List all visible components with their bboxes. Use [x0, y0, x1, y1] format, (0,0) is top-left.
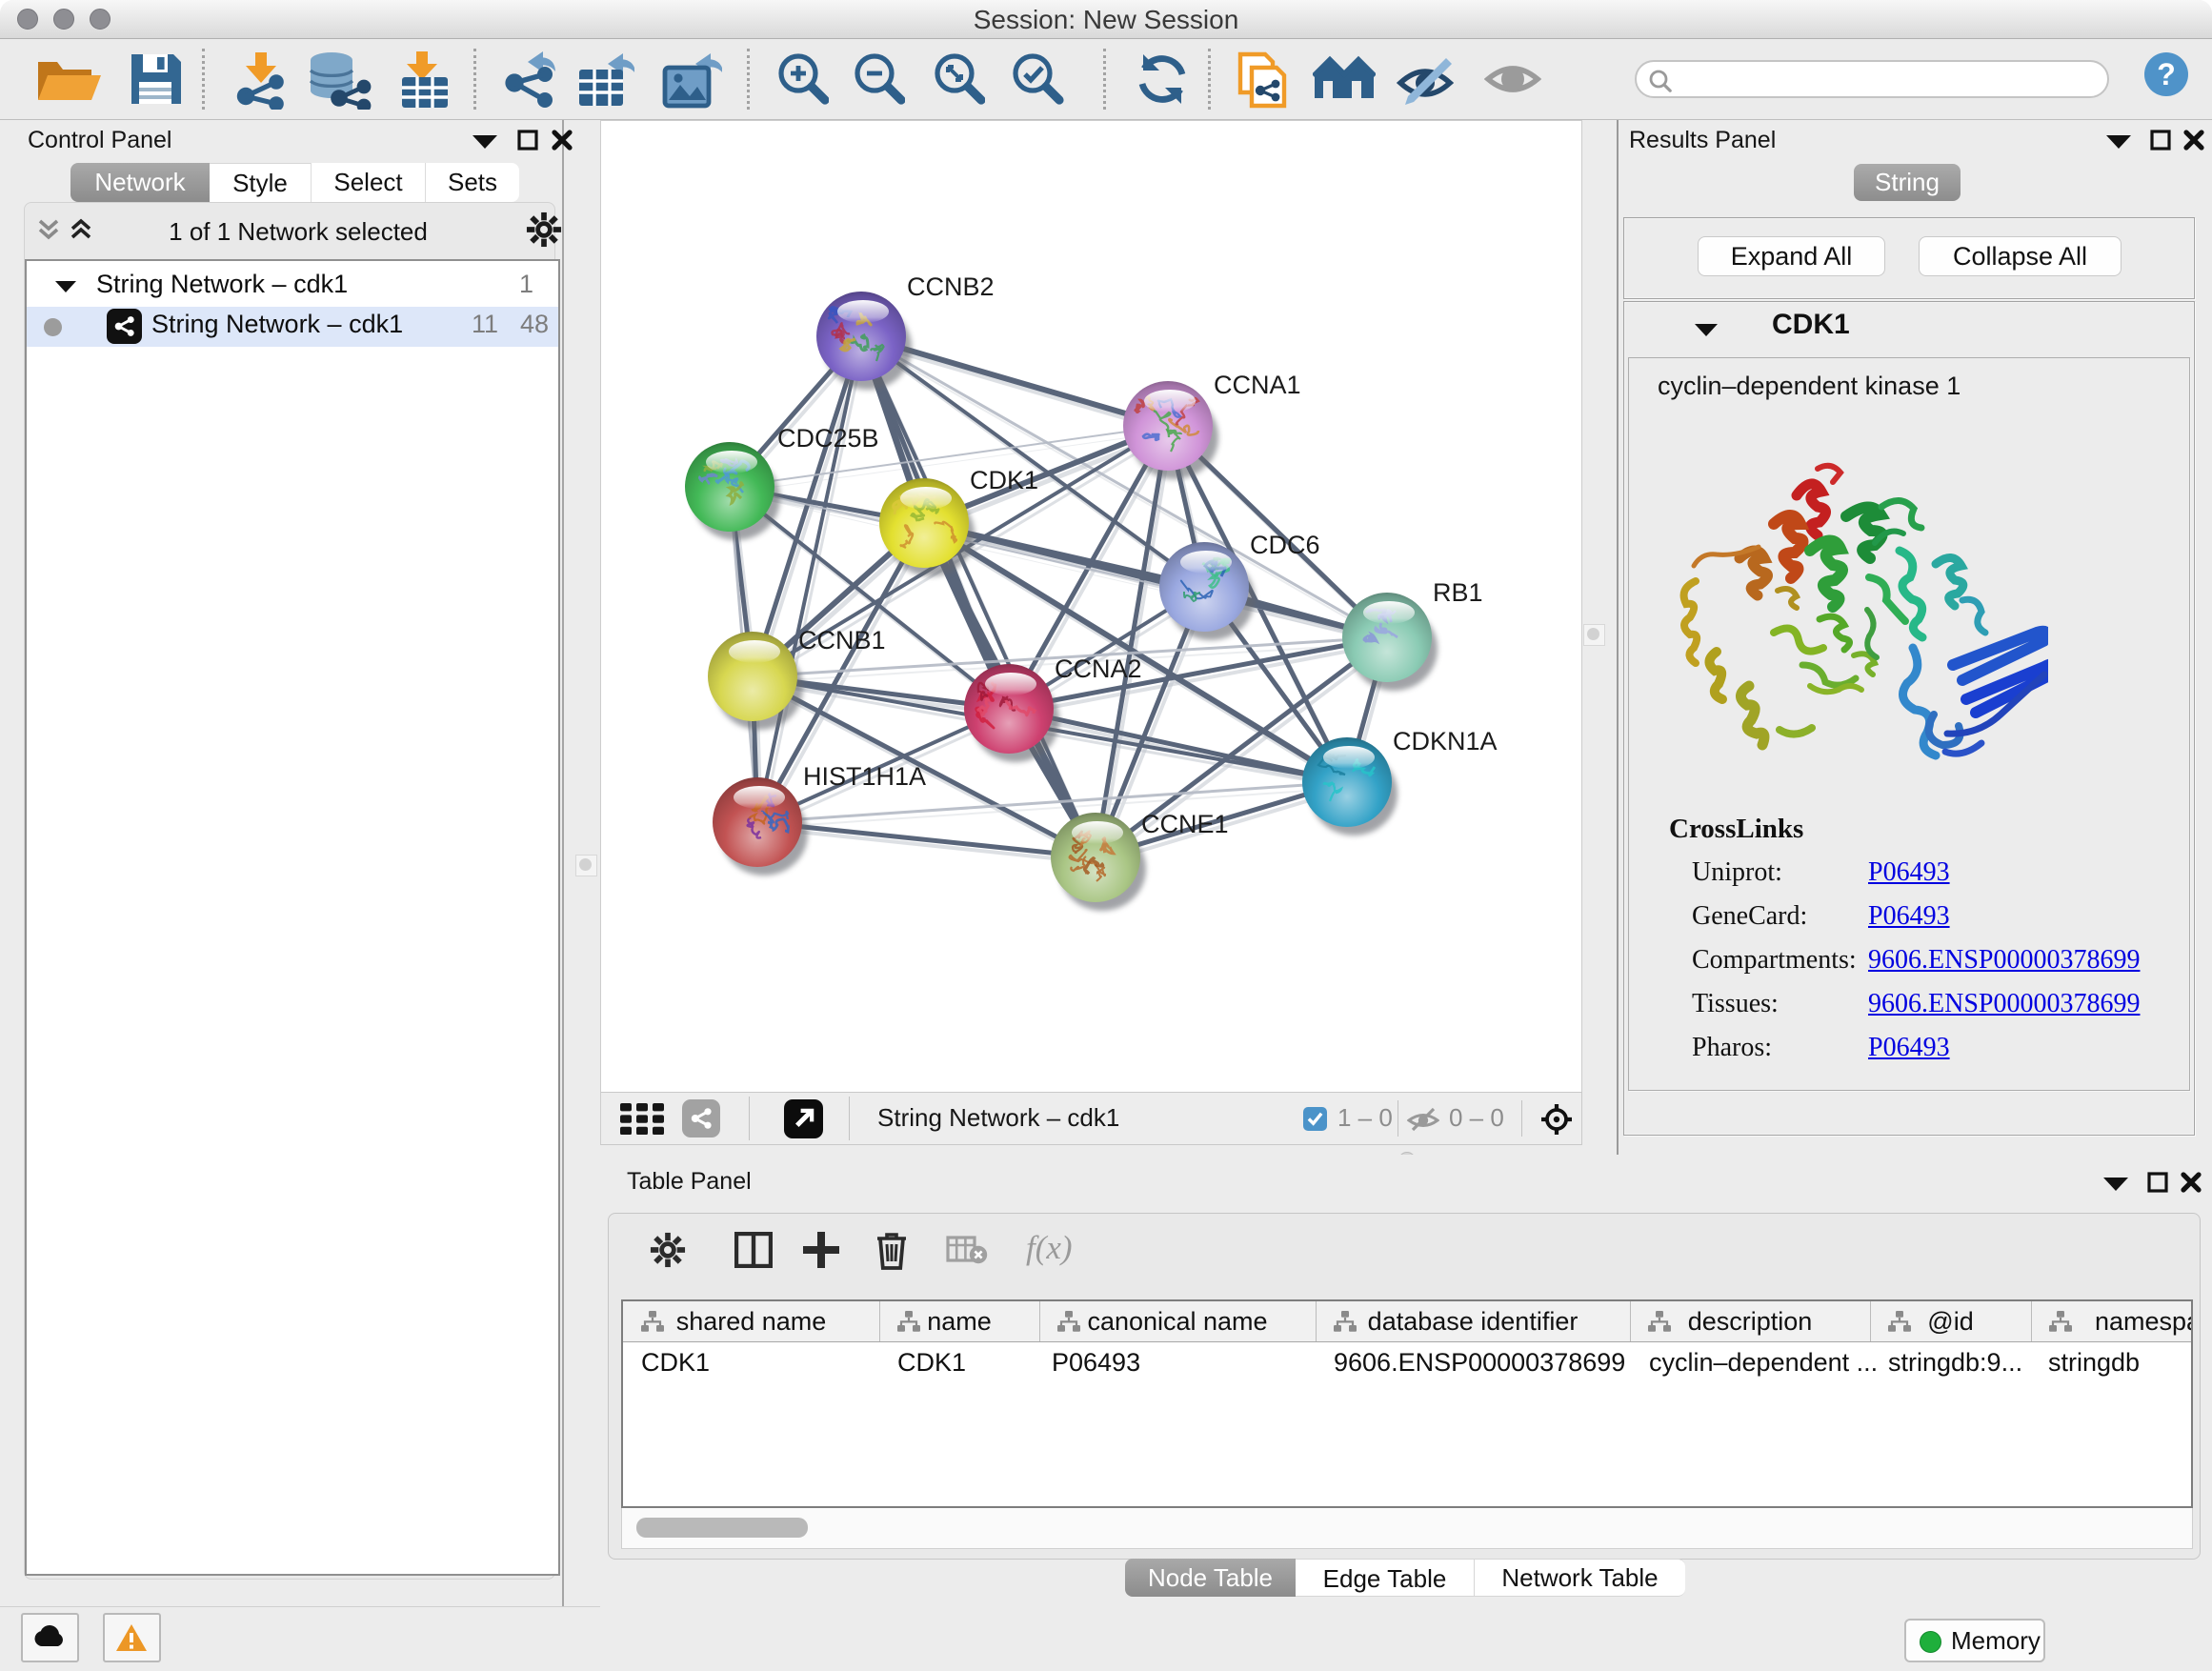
svg-text:CCNE1: CCNE1	[1141, 810, 1229, 838]
svg-text:CCNB2: CCNB2	[907, 272, 995, 301]
svg-text:RB1: RB1	[1433, 578, 1483, 607]
svg-text:CDK1: CDK1	[970, 466, 1038, 494]
svg-text:CDC25B: CDC25B	[777, 424, 879, 453]
svg-text:CDC6: CDC6	[1250, 531, 1320, 559]
svg-text:CCNA2: CCNA2	[1055, 654, 1142, 683]
svg-text:CDKN1A: CDKN1A	[1393, 727, 1498, 755]
svg-text:CCNA1: CCNA1	[1214, 371, 1301, 399]
svg-text:?: ?	[2157, 57, 2176, 91]
svg-text:HIST1H1A: HIST1H1A	[803, 762, 926, 791]
svg-text:CCNB1: CCNB1	[798, 626, 886, 654]
